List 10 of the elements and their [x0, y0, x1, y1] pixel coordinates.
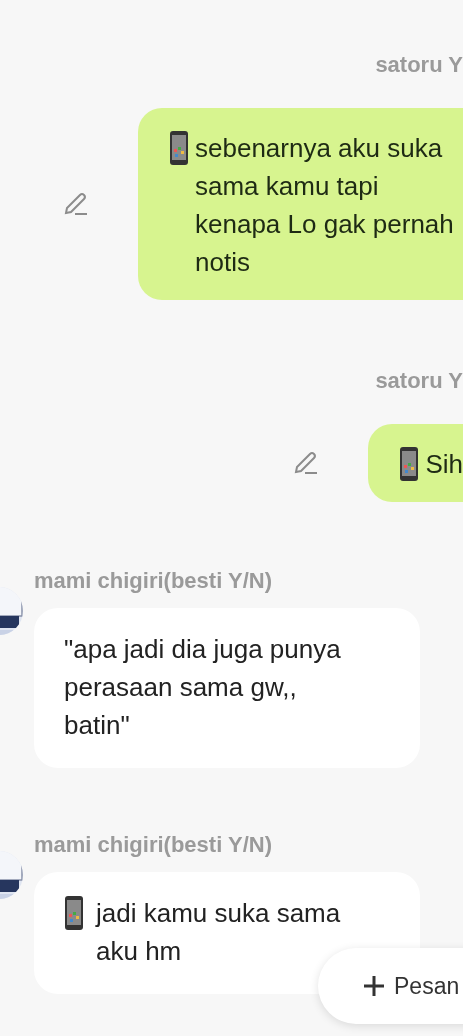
- message-text: Sih: [425, 448, 463, 481]
- message-text: "apa jadi dia juga punya perasaan sama gw,, batin": [64, 633, 342, 742]
- message-text: sebenarnya aku suka sama kamu tapi kenapa Lo gak pernah notis: [195, 132, 455, 279]
- sender-name: satoru Y: [375, 52, 463, 78]
- edit-icon[interactable]: [62, 190, 90, 218]
- new-message-button[interactable]: Pesan: [318, 948, 463, 1024]
- sender-name: satoru Y: [375, 368, 463, 394]
- sender-name: mami chigiri(besti Y/N): [34, 568, 273, 594]
- sender-name: mami chigiri(besti Y/N): [34, 832, 273, 858]
- plus-icon: [362, 974, 386, 998]
